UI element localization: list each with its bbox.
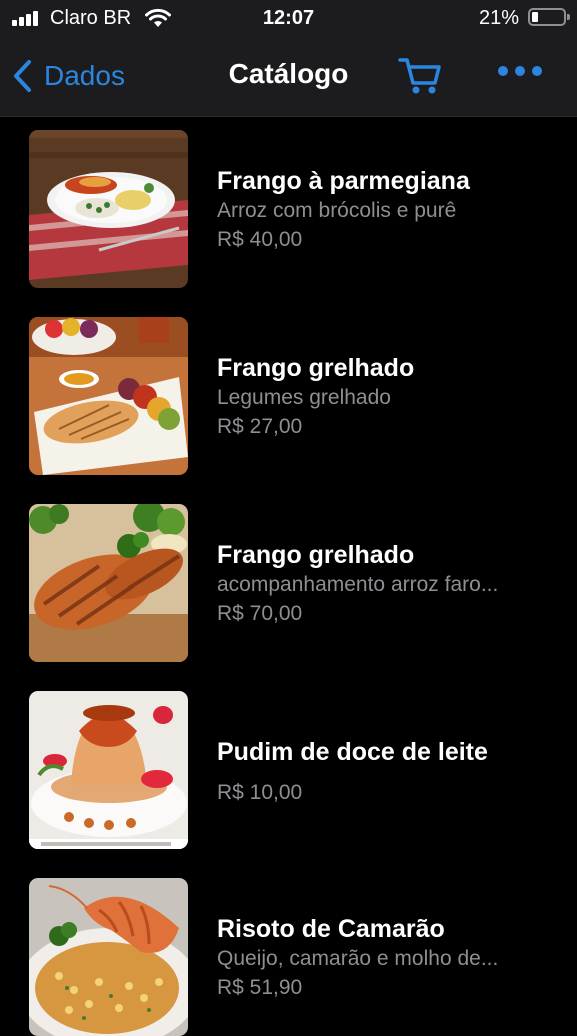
list-item[interactable]: Frango grelhado Legumes grelhado R$ 27,0… (0, 303, 577, 475)
item-description: Arroz com brócolis e purê (217, 199, 457, 222)
cart-icon[interactable] (398, 56, 442, 96)
item-price: R$ 40,00 (217, 228, 303, 251)
navigation-bar: Dados Catálogo (0, 36, 577, 117)
item-name: Pudim de doce de leite (217, 738, 488, 766)
item-price: R$ 51,90 (217, 976, 303, 999)
item-price: R$ 10,00 (217, 781, 303, 804)
item-price: R$ 70,00 (217, 602, 303, 625)
battery-icon (528, 8, 570, 26)
page-title: Catálogo (228, 58, 349, 89)
list-item[interactable]: Frango à parmegiana Arroz com brócolis e… (0, 116, 577, 288)
more-icon[interactable] (498, 66, 549, 76)
item-name: Frango grelhado (217, 541, 415, 569)
item-name: Frango grelhado (217, 354, 415, 382)
item-name: Frango à parmegiana (217, 167, 470, 195)
item-description: Legumes grelhado (217, 386, 391, 409)
product-image (29, 317, 188, 475)
battery-percent: 21% (478, 7, 519, 29)
item-price: R$ 27,00 (217, 415, 303, 438)
list-item[interactable]: Frango grelhado acompanhamento arroz far… (0, 490, 577, 662)
list-item[interactable]: Risoto de Camarão Queijo, camarão e molh… (0, 864, 577, 1036)
list-item[interactable]: Pudim de doce de leite R$ 10,00 (0, 677, 577, 849)
status-bar: Claro BR 12:07 21% (0, 0, 577, 36)
product-image (29, 504, 188, 662)
product-image (29, 130, 188, 288)
item-description: acompanhamento arroz faro... (217, 573, 499, 596)
product-image (29, 878, 188, 1036)
product-image (29, 691, 188, 849)
item-name: Risoto de Camarão (217, 915, 445, 943)
item-description: Queijo, camarão e molho de... (217, 947, 499, 970)
